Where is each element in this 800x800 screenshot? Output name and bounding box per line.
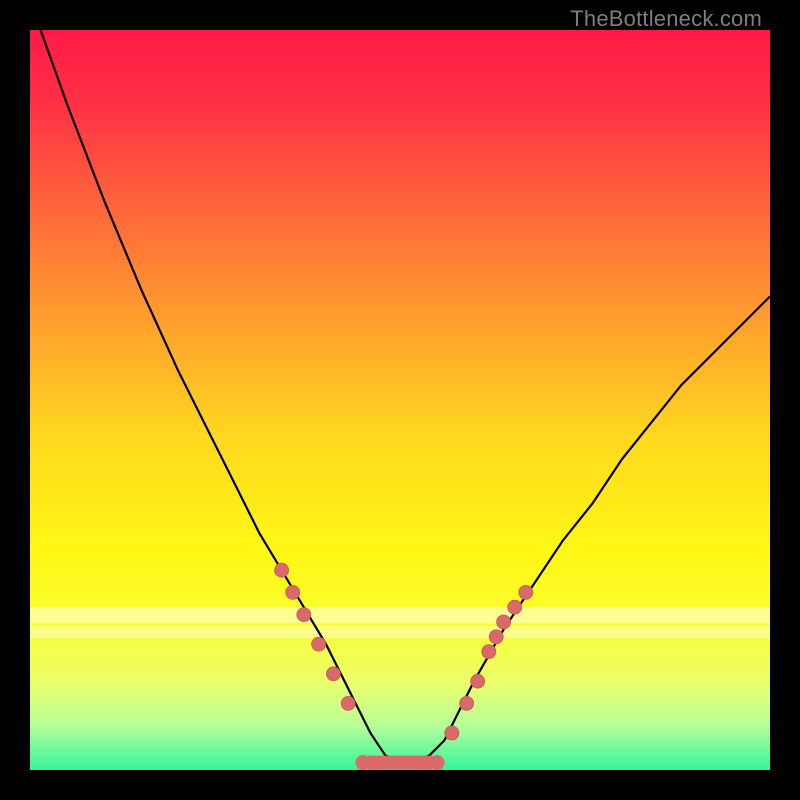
valley-band-rect bbox=[363, 756, 437, 770]
data-marker bbox=[297, 608, 311, 622]
data-marker bbox=[489, 630, 503, 644]
data-marker bbox=[275, 563, 289, 577]
data-marker bbox=[312, 637, 326, 651]
chart-overlay bbox=[30, 30, 770, 770]
bottleneck-curve bbox=[30, 0, 770, 762]
valley-band-cap bbox=[430, 755, 445, 770]
valley-band bbox=[356, 755, 445, 770]
data-marker bbox=[341, 696, 355, 710]
data-marker bbox=[445, 726, 459, 740]
data-marker bbox=[326, 667, 340, 681]
data-marker bbox=[471, 674, 485, 688]
data-markers bbox=[275, 563, 533, 740]
data-marker bbox=[460, 696, 474, 710]
data-marker bbox=[286, 585, 300, 599]
valley-band-cap bbox=[356, 755, 371, 770]
data-marker bbox=[497, 615, 511, 629]
data-marker bbox=[519, 585, 533, 599]
data-marker bbox=[482, 645, 496, 659]
data-marker bbox=[508, 600, 522, 614]
watermark-text: TheBottleneck.com bbox=[570, 6, 762, 32]
